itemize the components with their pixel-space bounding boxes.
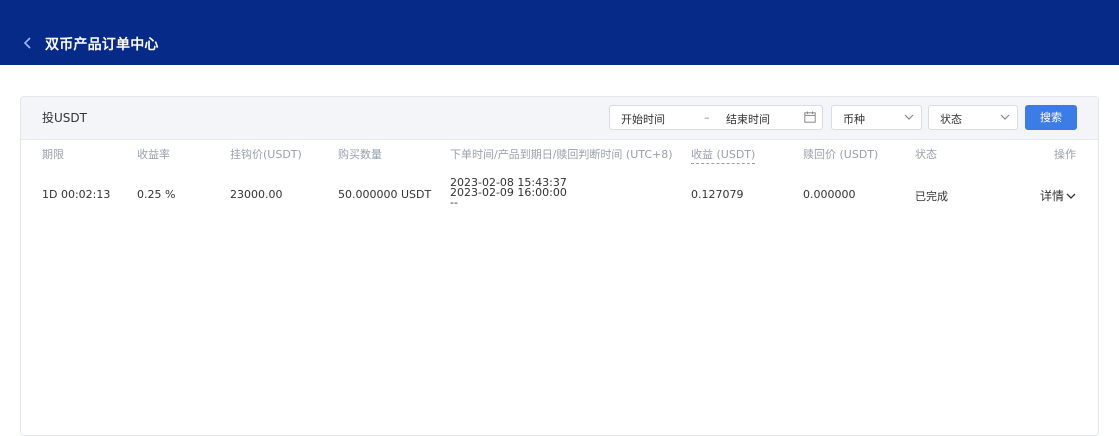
chevron-down-icon <box>1066 193 1076 199</box>
chevron-down-icon <box>904 114 914 120</box>
column-header-redeem-price: 赎回价 (USDT) <box>803 148 879 161</box>
detail-label: 详情 <box>1040 189 1065 203</box>
column-header-profit[interactable]: 收益 (USDT) <box>691 146 756 164</box>
cell-status: 已完成 <box>915 190 948 203</box>
cell-expiry-time: 2023-02-09 16:00:00 <box>450 186 567 199</box>
panel-header: 投USDT 开始时间 – 结束时间 币种 状态 搜索 <box>21 97 1098 140</box>
column-header-times: 下单时间/产品到期日/赎回判断时间 (UTC+8) <box>450 148 673 161</box>
cell-term: 1D 00:02:13 <box>42 188 111 201</box>
currency-select[interactable]: 币种 <box>831 105 922 130</box>
status-select-label: 状态 <box>940 113 962 126</box>
panel-label: 投USDT <box>42 111 87 125</box>
date-range-picker[interactable]: 开始时间 – 结束时间 <box>609 105 823 130</box>
column-header-status: 状态 <box>915 148 937 161</box>
cell-amount: 50.000000 USDT <box>338 188 432 201</box>
cell-redeem-price: 0.000000 <box>803 188 856 201</box>
detail-button[interactable]: 详情 <box>1040 187 1076 204</box>
cell-hook-price: 23000.00 <box>230 188 283 201</box>
page-title: 双币产品订单中心 <box>45 37 159 53</box>
chevron-left-icon[interactable] <box>22 36 34 50</box>
status-select[interactable]: 状态 <box>928 105 1018 130</box>
cell-judge-time: -- <box>450 198 458 204</box>
currency-select-label: 币种 <box>843 113 865 126</box>
column-header-hook-price: 挂钩价(USDT) <box>230 148 302 161</box>
cell-yield-rate: 0.25 % <box>137 188 176 201</box>
top-bar: 双币产品订单中心 <box>0 0 1119 65</box>
column-header-yield: 收益率 <box>137 148 170 161</box>
chevron-down-icon <box>1000 114 1010 120</box>
end-time-field[interactable]: 结束时间 <box>726 111 770 127</box>
column-header-action: 操作 <box>1054 148 1076 161</box>
search-button[interactable]: 搜索 <box>1025 105 1077 130</box>
cell-profit: 0.127079 <box>691 188 744 201</box>
start-time-field[interactable]: 开始时间 <box>621 111 665 127</box>
calendar-icon <box>804 111 816 123</box>
column-header-amount: 购买数量 <box>338 148 382 161</box>
column-header-term: 期限 <box>42 148 64 161</box>
date-separator: – <box>704 111 710 124</box>
